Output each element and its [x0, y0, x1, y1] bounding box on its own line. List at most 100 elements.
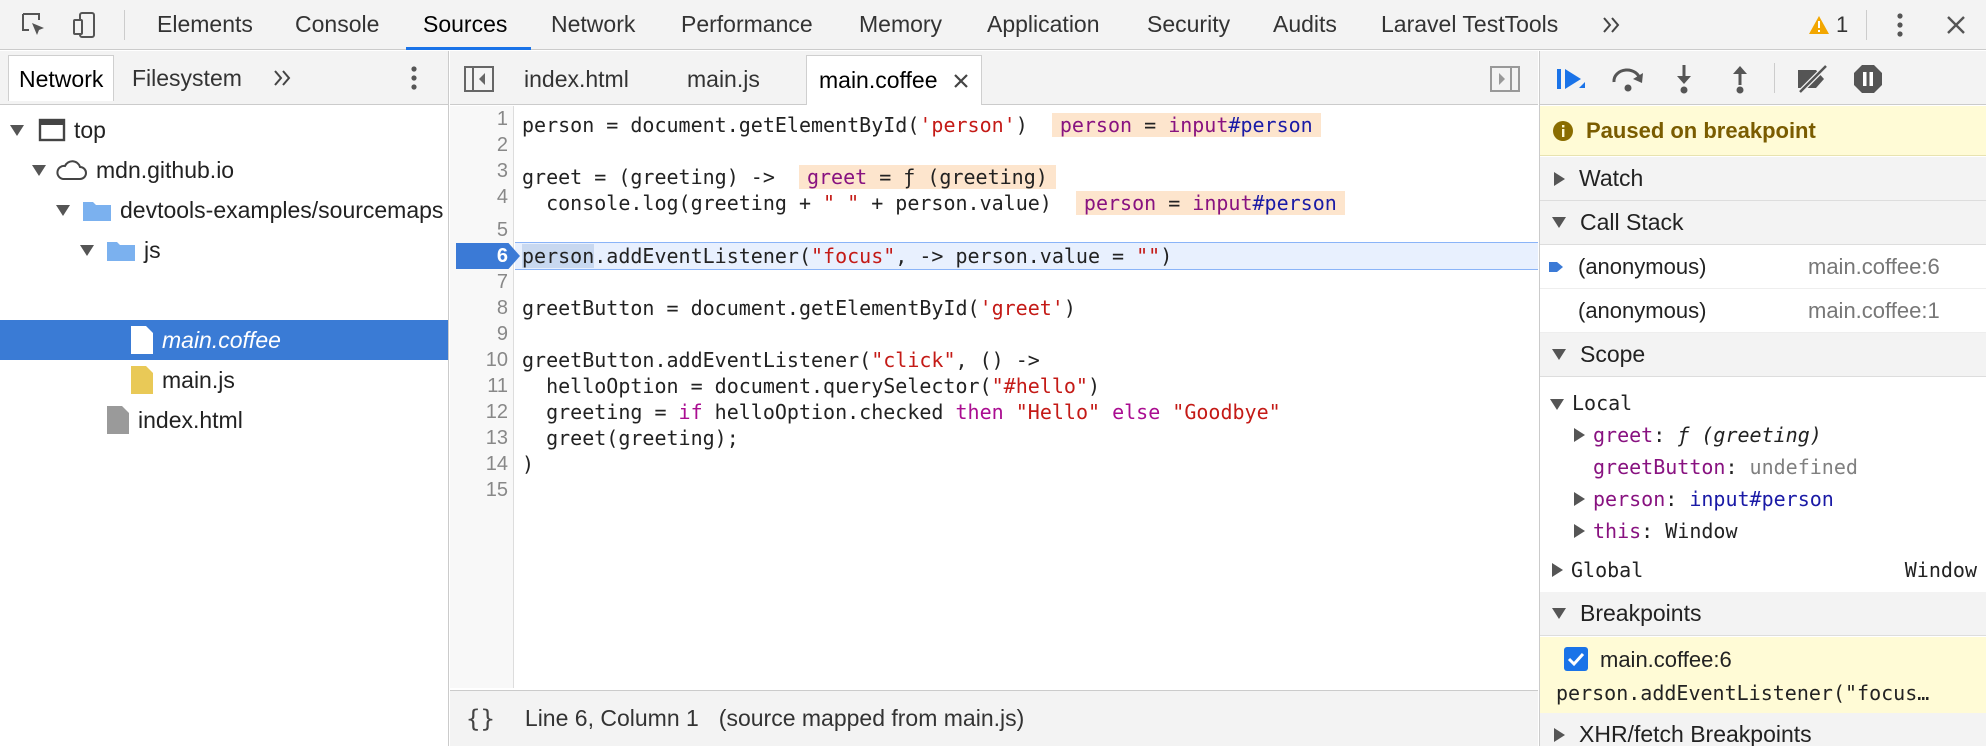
- tab-audits[interactable]: Audits: [1273, 0, 1337, 50]
- more-tabs-icon[interactable]: [1594, 0, 1628, 50]
- code-line-14[interactable]: ): [522, 451, 534, 477]
- scope-var-person[interactable]: person: input#person: [1574, 483, 1834, 515]
- tab-main-coffee[interactable]: main.coffee: [806, 55, 983, 105]
- tab-application[interactable]: Application: [987, 0, 1100, 50]
- navigator-menu-icon[interactable]: [410, 65, 418, 97]
- line-number[interactable]: 14: [450, 451, 508, 477]
- frame-location: main.coffee:1: [1808, 297, 1940, 323]
- deactivate-breakpoints-icon: [1798, 64, 1828, 94]
- tab-network[interactable]: Network: [551, 0, 635, 50]
- scope-global[interactable]: Global Window: [1552, 554, 1977, 586]
- code-line-6[interactable]: person.addEventListener("focus", -> pers…: [522, 243, 1172, 269]
- tab-laravel-testtools[interactable]: Laravel TestTools: [1381, 0, 1558, 50]
- section-call-stack[interactable]: Call Stack: [1540, 201, 1986, 245]
- scope-local[interactable]: Local: [1550, 387, 1632, 419]
- line-number[interactable]: 13: [450, 425, 508, 451]
- section-scope[interactable]: Scope: [1540, 333, 1986, 377]
- code-line-1[interactable]: person = document.getElementById('person…: [522, 112, 1321, 138]
- line-number[interactable]: 9: [450, 321, 508, 347]
- resume-button[interactable]: [1552, 59, 1592, 99]
- file-icon: [131, 326, 153, 354]
- editor-status-bar: {} Line 6, Column 1 (source mapped from …: [450, 690, 1538, 746]
- tab-network-navigator[interactable]: Network: [8, 55, 115, 101]
- section-watch[interactable]: Watch: [1540, 157, 1986, 201]
- close-tab-icon[interactable]: [953, 73, 969, 89]
- more-navigator-tabs-icon[interactable]: [272, 68, 292, 94]
- tab-index-html[interactable]: index.html: [512, 55, 641, 105]
- tree-label: devtools-examples/sourcemaps: [120, 196, 444, 223]
- scope-var-greet[interactable]: greet: ƒ (greeting): [1574, 419, 1822, 451]
- line-number[interactable]: 1: [450, 106, 508, 132]
- device-toolbar-icon[interactable]: [66, 0, 106, 50]
- tab-memory[interactable]: Memory: [859, 0, 942, 50]
- line-number[interactable]: 12: [450, 399, 508, 425]
- line-gutter: 1 2 3 4 5 6 7 8 9 10 11 12 13 14 15: [450, 106, 520, 688]
- line-number[interactable]: 10: [450, 347, 508, 373]
- code-line-4[interactable]: console.log(greeting + " " + person.valu…: [522, 190, 1345, 216]
- section-xhr-breakpoints[interactable]: XHR/fetch Breakpoints: [1540, 713, 1986, 746]
- line-number[interactable]: 5: [450, 217, 508, 243]
- tab-security[interactable]: Security: [1147, 0, 1230, 50]
- inspect-element-icon[interactable]: [14, 0, 54, 50]
- sources-navigator: Network Filesystem top mdn.github.io dev…: [0, 51, 449, 746]
- pause-on-exceptions-button[interactable]: [1848, 59, 1888, 99]
- warnings-indicator[interactable]: 1: [1808, 0, 1864, 50]
- tree-item-domain[interactable]: mdn.github.io: [0, 150, 448, 190]
- breakpoint-item[interactable]: main.coffee:6 person.addEventListener("f…: [1540, 637, 1986, 713]
- scope-var-this[interactable]: this: Window: [1574, 515, 1738, 547]
- section-title: Watch: [1579, 165, 1644, 191]
- tree-item-top[interactable]: top: [0, 110, 448, 150]
- tree-item-index-html[interactable]: index.html: [0, 400, 448, 440]
- collapse-triangle-icon: [1574, 524, 1585, 538]
- var-name: this: [1593, 519, 1642, 543]
- breakpoint-checkbox[interactable]: [1564, 647, 1588, 671]
- collapse-triangle-icon: [1574, 492, 1585, 506]
- collapse-triangle-icon: [1554, 727, 1565, 742]
- code-editor: index.html main.js main.coffee 1 2 3 4 5…: [450, 51, 1538, 746]
- tree-item-folder-sourcemaps[interactable]: devtools-examples/sourcemaps: [0, 190, 448, 230]
- line-number[interactable]: 15: [450, 477, 508, 503]
- code-line-8[interactable]: greetButton = document.getElementById('g…: [522, 295, 1076, 321]
- tab-console[interactable]: Console: [295, 0, 379, 50]
- line-number[interactable]: 6: [450, 243, 508, 269]
- line-number[interactable]: 7: [450, 269, 508, 295]
- var-value: Window: [1665, 519, 1738, 543]
- tab-main-js[interactable]: main.js: [675, 55, 772, 105]
- var-name: greet: [1593, 423, 1654, 447]
- tab-performance[interactable]: Performance: [681, 0, 813, 50]
- close-icon[interactable]: [1936, 0, 1976, 50]
- call-frame[interactable]: (anonymous) main.coffee:1: [1540, 289, 1986, 333]
- toggle-navigator-icon[interactable]: [464, 66, 494, 98]
- tree-item-folder-js[interactable]: js: [0, 230, 448, 270]
- step-out-button[interactable]: [1720, 59, 1760, 99]
- pretty-print-icon[interactable]: {}: [466, 705, 495, 733]
- section-breakpoints[interactable]: Breakpoints: [1540, 592, 1986, 636]
- line-number[interactable]: 8: [450, 295, 508, 321]
- call-frame[interactable]: (anonymous) main.coffee:6: [1540, 245, 1986, 289]
- code-line-3[interactable]: greet = (greeting) -> greet = ƒ (greetin…: [522, 164, 1056, 190]
- code-line-12[interactable]: greeting = if helloOption.checked then "…: [522, 399, 1281, 425]
- deactivate-breakpoints-button[interactable]: [1792, 59, 1832, 99]
- scope-var-greetbutton[interactable]: greetButton: undefined: [1593, 451, 1858, 483]
- line-number[interactable]: 11: [450, 373, 508, 399]
- tab-filesystem[interactable]: Filesystem: [122, 55, 252, 101]
- tree-label: js: [144, 236, 161, 263]
- breakpoint-label: main.coffee:6: [1600, 647, 1732, 672]
- inline-value: person = input#person: [1075, 191, 1345, 215]
- step-into-button[interactable]: [1664, 59, 1704, 99]
- line-number[interactable]: 2: [450, 132, 508, 158]
- step-over-button[interactable]: [1608, 59, 1648, 99]
- more-options-icon[interactable]: [1880, 0, 1920, 50]
- code-line-11[interactable]: helloOption = document.querySelector("#h…: [522, 373, 1100, 399]
- tab-label: main.coffee: [819, 67, 938, 93]
- line-number[interactable]: 3: [450, 158, 508, 184]
- tab-elements[interactable]: Elements: [157, 0, 253, 50]
- code-line-10[interactable]: greetButton.addEventListener("click", ()…: [522, 347, 1040, 373]
- toggle-debugger-icon[interactable]: [1490, 66, 1520, 98]
- tree-item-main-js[interactable]: main.js: [0, 360, 448, 400]
- code-line-13[interactable]: greet(greeting);: [522, 425, 739, 451]
- tab-sources[interactable]: Sources: [423, 0, 507, 50]
- line-number[interactable]: 4: [450, 184, 508, 210]
- var-name: greetButton: [1593, 455, 1726, 479]
- tree-item-main-coffee[interactable]: main.coffee: [0, 320, 448, 360]
